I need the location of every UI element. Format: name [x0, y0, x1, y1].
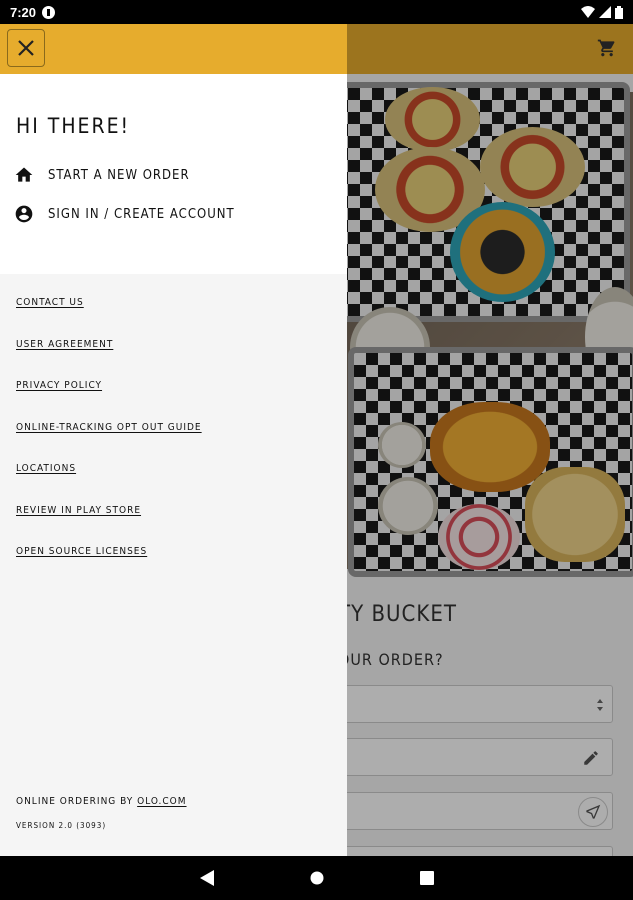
close-icon — [18, 40, 34, 56]
battery-icon — [615, 5, 623, 19]
user-agreement-link[interactable]: USER AGREEMENT — [16, 339, 113, 350]
sign-in-item[interactable]: SIGN IN / CREATE ACCOUNT — [14, 204, 235, 224]
home-icon — [15, 167, 33, 182]
tracking-opt-out-link[interactable]: ONLINE-TRACKING OPT OUT GUIDE — [16, 422, 202, 433]
powered-by-prefix: ONLINE ORDERING BY — [16, 796, 138, 807]
locations-link[interactable]: LOCATIONS — [16, 463, 76, 474]
start-new-order-item[interactable]: START A NEW ORDER — [14, 165, 190, 185]
navigation-drawer: HI THERE! START A NEW ORDER SIGN IN / CR… — [0, 24, 347, 856]
drawer-header — [0, 24, 347, 74]
back-icon[interactable] — [199, 870, 214, 886]
system-nav-bar — [0, 856, 633, 900]
account-circle-icon — [15, 205, 33, 223]
review-play-store-link[interactable]: REVIEW IN PLAY STORE — [16, 505, 141, 516]
sign-in-label: SIGN IN / CREATE ACCOUNT — [48, 206, 235, 222]
app-notification-icon — [42, 5, 56, 19]
version-text: VERSION 2.0 (3093) — [16, 821, 107, 830]
wifi-icon — [581, 6, 595, 18]
privacy-policy-link[interactable]: PRIVACY POLICY — [16, 380, 102, 391]
home-circle-icon[interactable] — [310, 871, 324, 885]
status-bar: 7:20 — [0, 0, 633, 24]
status-icons — [581, 5, 623, 19]
status-time: 7:20 — [10, 4, 37, 20]
greeting-heading: HI THERE! — [16, 114, 131, 138]
olo-link[interactable]: OLO.COM — [137, 796, 186, 807]
recents-icon[interactable] — [419, 871, 434, 885]
contact-us-link[interactable]: CONTACT US — [16, 297, 84, 308]
open-source-licenses-link[interactable]: OPEN SOURCE LICENSES — [16, 546, 147, 557]
close-drawer-button[interactable] — [7, 29, 45, 67]
start-new-order-label: START A NEW ORDER — [48, 167, 190, 183]
powered-by-text: ONLINE ORDERING BY OLO.COM — [16, 796, 187, 807]
signal-icon — [599, 6, 611, 18]
